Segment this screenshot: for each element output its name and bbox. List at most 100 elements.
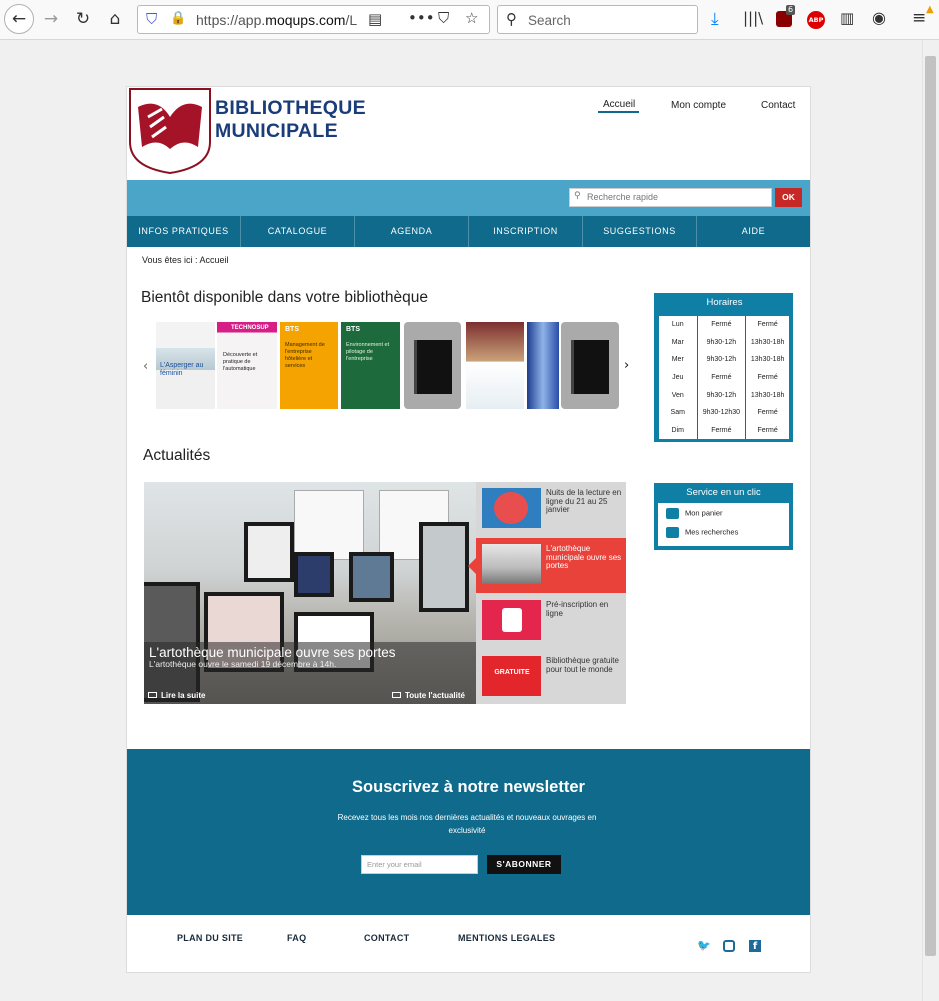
- lock-icon: 🔒: [170, 11, 187, 26]
- subscribe-button[interactable]: S'ABONNER: [487, 855, 561, 874]
- day: Dim: [671, 426, 684, 434]
- reload-button[interactable]: ↻: [70, 6, 96, 32]
- feature-title[interactable]: L'artothèque municipale ouvre ses portes: [149, 645, 395, 660]
- picture-frame: [244, 522, 294, 582]
- active-underline: [598, 111, 639, 113]
- am: Fermé: [696, 368, 746, 387]
- service-item-panier[interactable]: Mon panier: [666, 508, 723, 519]
- news-item-title: Pré-inscription en ligne: [546, 600, 609, 618]
- newsletter-email-input[interactable]: Enter your email: [361, 855, 478, 874]
- list-item[interactable]: Pré-inscription en ligne: [476, 594, 626, 649]
- nav-aide[interactable]: AIDE: [697, 216, 810, 247]
- service-item-label: Mes recherches: [685, 527, 739, 537]
- day: Mer: [671, 356, 684, 364]
- download-icon[interactable]: ⤓: [711, 11, 719, 28]
- site-brand[interactable]: BIBLIOTHEQUE MUNICIPALE: [215, 97, 366, 143]
- carousel-prev-icon[interactable]: ‹: [143, 359, 148, 374]
- book-cover[interactable]: BTS Management de l'entreprise hôtelière…: [280, 322, 338, 409]
- menu-icon[interactable]: ≡: [912, 10, 926, 27]
- list-item[interactable]: Nuits de la lecture en ligne du 21 au 25…: [476, 482, 626, 537]
- book-cover[interactable]: L'Asperger au féminin: [156, 322, 215, 409]
- footer-contact[interactable]: CONTACT: [364, 933, 409, 943]
- link-contact[interactable]: Contact: [761, 100, 795, 111]
- footer-faq[interactable]: FAQ: [287, 933, 306, 943]
- pm: 13h30-18h: [745, 351, 789, 369]
- link-mon-compte[interactable]: Mon compte: [671, 100, 726, 111]
- service-item-label: Mon panier: [685, 508, 723, 518]
- bookmark-star-icon[interactable]: ☆: [465, 11, 478, 26]
- book-icon: [571, 340, 609, 394]
- url-bar[interactable]: ⛉ 🔒 https://app.moqups.com/L ▤ ••• ⛉ ☆: [137, 5, 490, 34]
- book-cover[interactable]: [527, 322, 559, 409]
- am: 9h30-12h30: [696, 403, 746, 422]
- brand-line-2: MUNICIPALE: [215, 120, 338, 142]
- adblock-icon[interactable]: ABP: [807, 11, 825, 29]
- am: 9h30-12h: [696, 351, 746, 369]
- footer-plan-du-site[interactable]: PLAN DU SITE: [177, 933, 243, 943]
- nav-agenda[interactable]: AGENDA: [355, 216, 469, 247]
- account-icon[interactable]: ◉: [872, 10, 886, 26]
- footer-mentions-legales[interactable]: MENTIONS LEGALES: [458, 933, 555, 943]
- horaires-title: Horaires: [706, 297, 743, 308]
- brand-line-1: BIBLIOTHEQUE: [215, 97, 366, 119]
- feature-subtitle: L'artothèque ouvre le samedi 19 décembre…: [149, 659, 337, 669]
- newsletter-title: Souscrivez à notre newsletter: [352, 778, 585, 796]
- warning-icon: ▲: [926, 4, 934, 15]
- all-news-link[interactable]: Toute l'actualité: [392, 691, 465, 700]
- all-news-label: Toute l'actualité: [405, 691, 465, 700]
- browser-toolbar: ← → ↻ ⌂ ⛉ 🔒 https://app.moqups.com/L ▤ •…: [0, 0, 939, 40]
- book-placeholder[interactable]: [561, 322, 619, 409]
- nav-inscription[interactable]: INSCRIPTION: [469, 216, 583, 247]
- scrollbar-thumb[interactable]: [925, 56, 936, 956]
- pocket-icon[interactable]: ⛉: [438, 11, 449, 26]
- ublock-badge: 6: [786, 5, 796, 15]
- main-nav: INFOS PRATIQUES CATALOGUE AGENDA INSCRIP…: [127, 216, 810, 247]
- book-icon: [414, 340, 452, 394]
- service-item-recherches[interactable]: Mes recherches: [666, 527, 738, 538]
- carousel-next-icon[interactable]: ›: [624, 358, 629, 373]
- book-cover[interactable]: [466, 322, 524, 409]
- twitter-icon[interactable]: 🐦: [697, 939, 711, 952]
- book-cover[interactable]: BTS Environnement et pilotage de l'entre…: [341, 322, 400, 409]
- back-button[interactable]: ←: [4, 4, 34, 34]
- b-icon: [502, 608, 522, 632]
- search-icon: ⚲: [574, 191, 581, 201]
- quick-search-input[interactable]: ⚲ Recherche rapide: [569, 188, 772, 207]
- library-logo: [129, 88, 211, 174]
- list-item[interactable]: GRATUITE Bibliothèque gratuite pour tout…: [476, 650, 626, 705]
- book-series: BTS: [346, 326, 360, 333]
- am: 9h30-12h: [696, 333, 746, 352]
- newsletter-desc: Recevez tous les mois nos dernières actu…: [337, 813, 597, 835]
- nav-catalogue[interactable]: CATALOGUE: [241, 216, 355, 247]
- service-title: Service en un clic: [686, 487, 761, 498]
- sidebar-icon[interactable]: ▥: [840, 11, 854, 26]
- book-cover[interactable]: TECHNOSUP Découverte et pratique de l'au…: [217, 322, 277, 409]
- read-more-label: Lire la suite: [161, 691, 206, 700]
- search-placeholder: Search: [528, 13, 571, 28]
- search-icon: [666, 527, 679, 538]
- browser-search-bar[interactable]: ⚲ Search: [497, 5, 698, 34]
- nav-infos-pratiques[interactable]: INFOS PRATIQUES: [127, 216, 241, 247]
- link-accueil[interactable]: Accueil: [603, 99, 635, 110]
- forward-button[interactable]: →: [38, 6, 64, 32]
- news-thumbnail: [482, 600, 541, 640]
- home-button[interactable]: ⌂: [102, 6, 128, 32]
- nav-suggestions[interactable]: SUGGESTIONS: [583, 216, 697, 247]
- list-item[interactable]: L'artothèque municipale ouvre ses portes: [468, 538, 626, 593]
- library-icon[interactable]: |||\: [743, 11, 763, 26]
- table-row: Lun Fermé Fermé: [659, 316, 789, 334]
- active-pointer: [468, 558, 476, 574]
- book-placeholder[interactable]: [404, 322, 461, 409]
- news-thumbnail: [482, 544, 541, 584]
- page-actions-icon[interactable]: •••: [408, 11, 435, 26]
- read-more-link[interactable]: Lire la suite: [148, 691, 205, 700]
- email-placeholder: Enter your email: [367, 860, 422, 869]
- thumb-text: GRATUITE: [494, 669, 530, 676]
- facebook-icon[interactable]: f: [749, 940, 761, 952]
- day: Ven: [671, 391, 684, 399]
- horaires-table: Lun Fermé Fermé Mar 9h30-12h 13h30-18h Mer 9h…: [659, 316, 789, 440]
- quick-search-ok-button[interactable]: OK: [775, 188, 802, 207]
- instagram-icon[interactable]: [723, 940, 735, 952]
- reader-view-icon[interactable]: ▤: [368, 12, 382, 27]
- book-title: L'Asperger au féminin: [160, 362, 204, 377]
